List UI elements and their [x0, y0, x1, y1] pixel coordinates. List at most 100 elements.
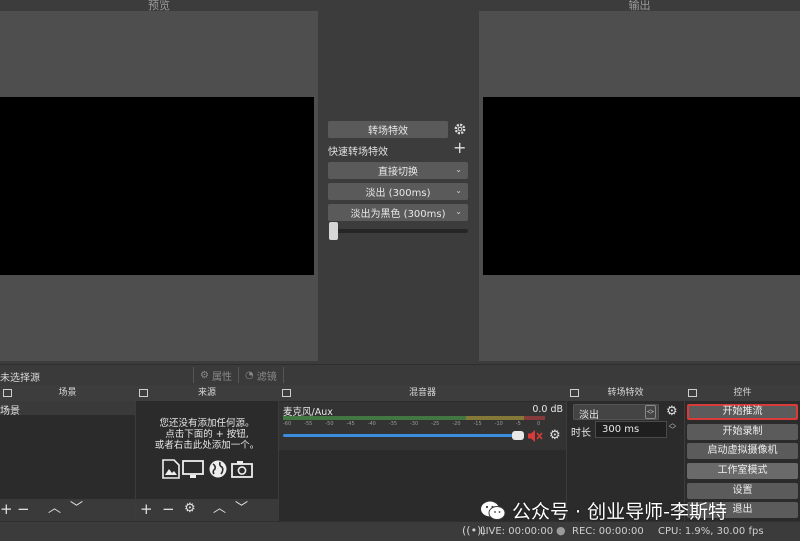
scene-list-item[interactable]: 场景	[0, 401, 135, 417]
fade-to-black-label: 淡出为黑色 (300ms)	[350, 209, 446, 220]
mixer-title: 混音器	[408, 388, 436, 398]
fade-transition-button[interactable]: 淡出 (300ms) ⌄	[328, 183, 468, 200]
meter-ticks: -60 -55 -50 -45 -40 -35 -30 -25 -20 -15 -10 -5 0	[283, 421, 545, 431]
empty-line-2: 点击下面的 + 按钮,	[165, 429, 249, 440]
controls-header: 控件	[685, 386, 800, 401]
meter-green-zone	[283, 416, 467, 420]
fade-to-black-button[interactable]: 淡出为黑色 (300ms) ⌄	[328, 204, 468, 221]
start-virtual-camera-button[interactable]: 启动虚拟摄像机	[687, 443, 798, 459]
scenes-footer: + − ︿ ﹀	[0, 499, 135, 521]
meter-tick-label: -15	[473, 421, 482, 427]
tbar-track[interactable]	[330, 229, 468, 233]
start-streaming-button[interactable]: 开始推流	[687, 404, 798, 420]
sources-empty-message: 您还没有添加任何源。 点击下面的 + 按钮, 或者右击此处添加一个。	[136, 418, 278, 451]
sources-header: 来源	[136, 386, 278, 401]
meter-tick-label: 0	[537, 421, 541, 427]
transitions-title: 转场特效	[607, 388, 644, 398]
duration-value: 300 ms	[602, 424, 640, 435]
gear-icon[interactable]: ⚙	[666, 404, 678, 419]
cpu-usage: CPU: 1.9%, 30.00 fps	[658, 526, 764, 537]
volume-meter	[283, 416, 545, 420]
start-recording-button[interactable]: 开始录制	[687, 424, 798, 440]
channel-level: 0.0 dB	[532, 404, 563, 415]
chevron-down-icon: ⌄	[455, 186, 462, 195]
meter-tick-label: -10	[494, 421, 503, 427]
chevron-down-icon: ⌄	[455, 165, 462, 174]
meter-tick-label: -20	[452, 421, 461, 427]
transition-effects-label: 转场特效	[368, 126, 408, 137]
volume-slider-handle[interactable]	[512, 431, 525, 440]
output-canvas[interactable]	[483, 97, 800, 275]
transitions-header: 转场特效	[567, 386, 684, 401]
monitor-source-icon	[182, 460, 204, 478]
transition-effects-button[interactable]: 转场特效	[328, 121, 448, 138]
filter-icon: ◔	[245, 369, 254, 381]
meter-tick-label: -50	[325, 421, 334, 427]
image-source-icon	[162, 459, 180, 479]
sources-footer: + − ⚙ ︿ ﹀	[136, 499, 278, 521]
cut-transition-label: 直接切换	[378, 167, 418, 178]
watermark-text: 公众号 · 创业导师-李斯特	[512, 501, 727, 523]
tbar-handle[interactable]	[329, 222, 338, 240]
gear-icon[interactable]: ⚙	[549, 428, 561, 443]
cut-transition-button[interactable]: 直接切换 ⌄	[328, 162, 468, 179]
duration-label: 时长	[571, 428, 591, 439]
gear-icon: ⚙	[200, 369, 209, 381]
mixer-header: 混音器	[279, 386, 566, 401]
duration-input[interactable]: 300 ms	[595, 421, 667, 438]
dock-float-icon[interactable]	[139, 389, 148, 397]
transition-select[interactable]: 淡出 ︿ ﹀	[573, 404, 659, 421]
move-up-icon[interactable]: ︿	[213, 501, 226, 517]
volume-slider-track[interactable]	[283, 434, 523, 437]
top-area: 预览 输出 转场特效 快速转场特效 + 直接切换 ⌄ 淡出 (300ms) ⌄ …	[0, 0, 800, 364]
move-down-icon[interactable]: ﹀	[235, 501, 248, 517]
watermark: 公众号 · 创业导师-李斯特	[480, 497, 727, 524]
scene-name: 场景	[0, 406, 20, 417]
meter-tick-label: -55	[304, 421, 313, 427]
dock-float-icon[interactable]	[3, 389, 12, 397]
empty-line-3: 或者右击此处添加一个。	[154, 440, 260, 451]
meter-tick-label: -40	[367, 421, 376, 427]
empty-line-1: 您还没有添加任何源。	[159, 418, 255, 429]
studio-mode-button[interactable]: 工作室模式	[687, 463, 798, 479]
meter-tick-label: -45	[346, 421, 355, 427]
sources-dock: 来源 您还没有添加任何源。 点击下面的 + 按钮, 或者右击此处添加一个。 + …	[136, 386, 278, 521]
sources-title: 来源	[197, 388, 216, 398]
remove-icon[interactable]: −	[17, 501, 30, 517]
preview-pane[interactable]: 预览	[0, 0, 318, 361]
preview-title: 预览	[148, 0, 170, 12]
meter-tick-label: -25	[431, 421, 440, 427]
meter-red-zone	[524, 416, 545, 420]
filters-button[interactable]: ◔ 滤镜	[238, 367, 284, 383]
updown-chevron-icon: ︿ ﹀	[645, 405, 656, 419]
gear-icon[interactable]	[453, 122, 467, 136]
rec-timer: REC: 00:00:00	[572, 526, 644, 537]
meter-tick-label: -30	[410, 421, 419, 427]
scenes-title: 场景	[58, 388, 77, 398]
wechat-icon	[481, 501, 506, 520]
remove-icon[interactable]: −	[162, 501, 175, 517]
meter-tick-label: -60	[283, 421, 292, 427]
muted-speaker-icon[interactable]	[527, 429, 543, 443]
transition-selected-value: 淡出	[579, 410, 599, 421]
add-icon[interactable]: +	[140, 501, 153, 517]
move-down-icon[interactable]: ﹀	[70, 501, 83, 517]
move-up-icon[interactable]: ︿	[48, 501, 61, 517]
quick-transitions-label: 快速转场特效	[328, 147, 388, 158]
properties-button[interactable]: ⚙ 属性	[193, 367, 238, 383]
add-quick-transition-icon[interactable]: +	[453, 138, 466, 157]
output-title: 输出	[628, 0, 651, 12]
preview-canvas[interactable]	[0, 97, 314, 275]
dock-float-icon[interactable]	[570, 389, 579, 397]
filters-label: 滤镜	[256, 371, 277, 383]
meter-yellow-zone	[466, 416, 525, 420]
globe-source-icon	[209, 460, 227, 478]
dock-float-icon[interactable]	[282, 389, 291, 397]
source-toolbar: 未选择源 ⚙ 属性 ◔ 滤镜	[0, 364, 800, 385]
stepper-icon[interactable]: ︿ ﹀	[669, 420, 676, 434]
output-pane[interactable]: 输出	[479, 0, 800, 361]
dock-float-icon[interactable]	[688, 389, 697, 397]
rec-dot-icon: ●	[556, 524, 566, 537]
add-icon[interactable]: +	[0, 501, 13, 517]
gear-icon[interactable]: ⚙	[184, 501, 196, 517]
